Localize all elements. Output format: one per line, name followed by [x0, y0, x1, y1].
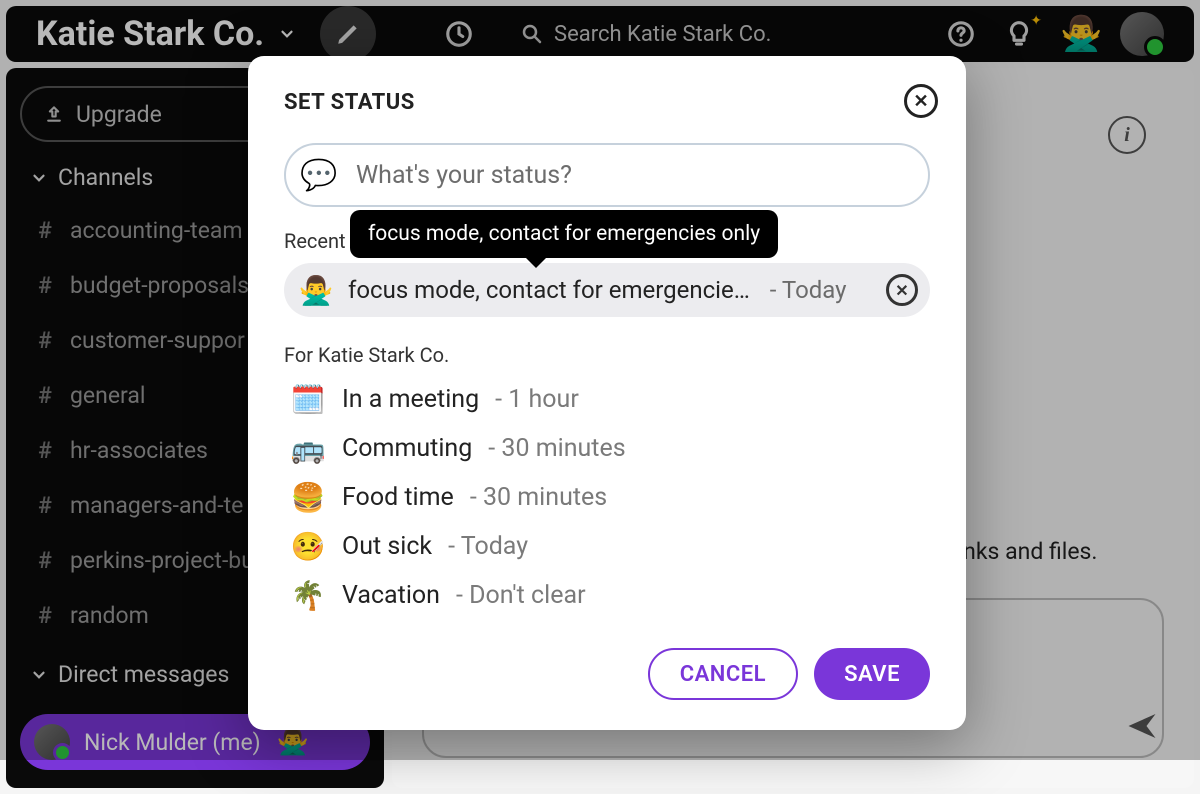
- save-button[interactable]: SAVE: [814, 648, 930, 700]
- cancel-button[interactable]: CANCEL: [648, 648, 798, 700]
- preset-item[interactable]: 🗓️ In a meeting - 1 hour: [284, 375, 930, 424]
- preset-item[interactable]: 🌴 Vacation - Don't clear: [284, 571, 930, 620]
- recent-status-item[interactable]: 🙅‍♂️ focus mode, contact for emergencie……: [284, 263, 930, 317]
- preset-duration: - Today: [448, 532, 528, 561]
- sick-face-icon: 🤒: [290, 530, 326, 563]
- preset-duration: - 1 hour: [495, 385, 579, 414]
- recent-status-duration: - Today: [770, 276, 847, 304]
- bus-icon: 🚌: [290, 432, 326, 465]
- preset-label: Commuting: [342, 434, 472, 463]
- recent-status-text: focus mode, contact for emergencie…: [348, 276, 750, 304]
- preset-label: Food time: [342, 483, 454, 512]
- speech-bubble-icon: 💬: [298, 154, 340, 196]
- palm-tree-icon: 🌴: [290, 579, 326, 612]
- status-input[interactable]: 💬 What's your status?: [284, 143, 930, 207]
- calendar-icon: 🗓️: [290, 383, 326, 416]
- status-input-placeholder: What's your status?: [356, 161, 572, 190]
- preset-label: Out sick: [342, 532, 432, 561]
- preset-item[interactable]: 🚌 Commuting - 30 minutes: [284, 424, 930, 473]
- preset-list: 🗓️ In a meeting - 1 hour 🚌 Commuting - 3…: [284, 375, 930, 620]
- close-icon: ✕: [895, 281, 908, 300]
- close-icon: ✕: [913, 91, 928, 112]
- recent-status-tooltip: focus mode, contact for emergencies only: [350, 210, 778, 258]
- burger-icon: 🍔: [290, 481, 326, 514]
- preset-label: Vacation: [342, 581, 440, 610]
- set-status-modal: SET STATUS ✕ 💬 What's your status? Recen…: [248, 56, 966, 730]
- close-button[interactable]: ✕: [904, 84, 938, 118]
- modal-footer: CANCEL SAVE: [284, 648, 930, 700]
- presets-section-label: For Katie Stark Co.: [284, 343, 930, 367]
- remove-recent-button[interactable]: ✕: [886, 274, 918, 306]
- preset-item[interactable]: 🍔 Food time - 30 minutes: [284, 473, 930, 522]
- preset-item[interactable]: 🤒 Out sick - Today: [284, 522, 930, 571]
- preset-duration: - 30 minutes: [470, 483, 607, 512]
- preset-label: In a meeting: [342, 385, 479, 414]
- modal-title: SET STATUS: [284, 90, 930, 115]
- preset-duration: - 30 minutes: [488, 434, 625, 463]
- preset-duration: - Don't clear: [456, 581, 586, 610]
- recent-status-emoji: 🙅‍♂️: [298, 274, 334, 307]
